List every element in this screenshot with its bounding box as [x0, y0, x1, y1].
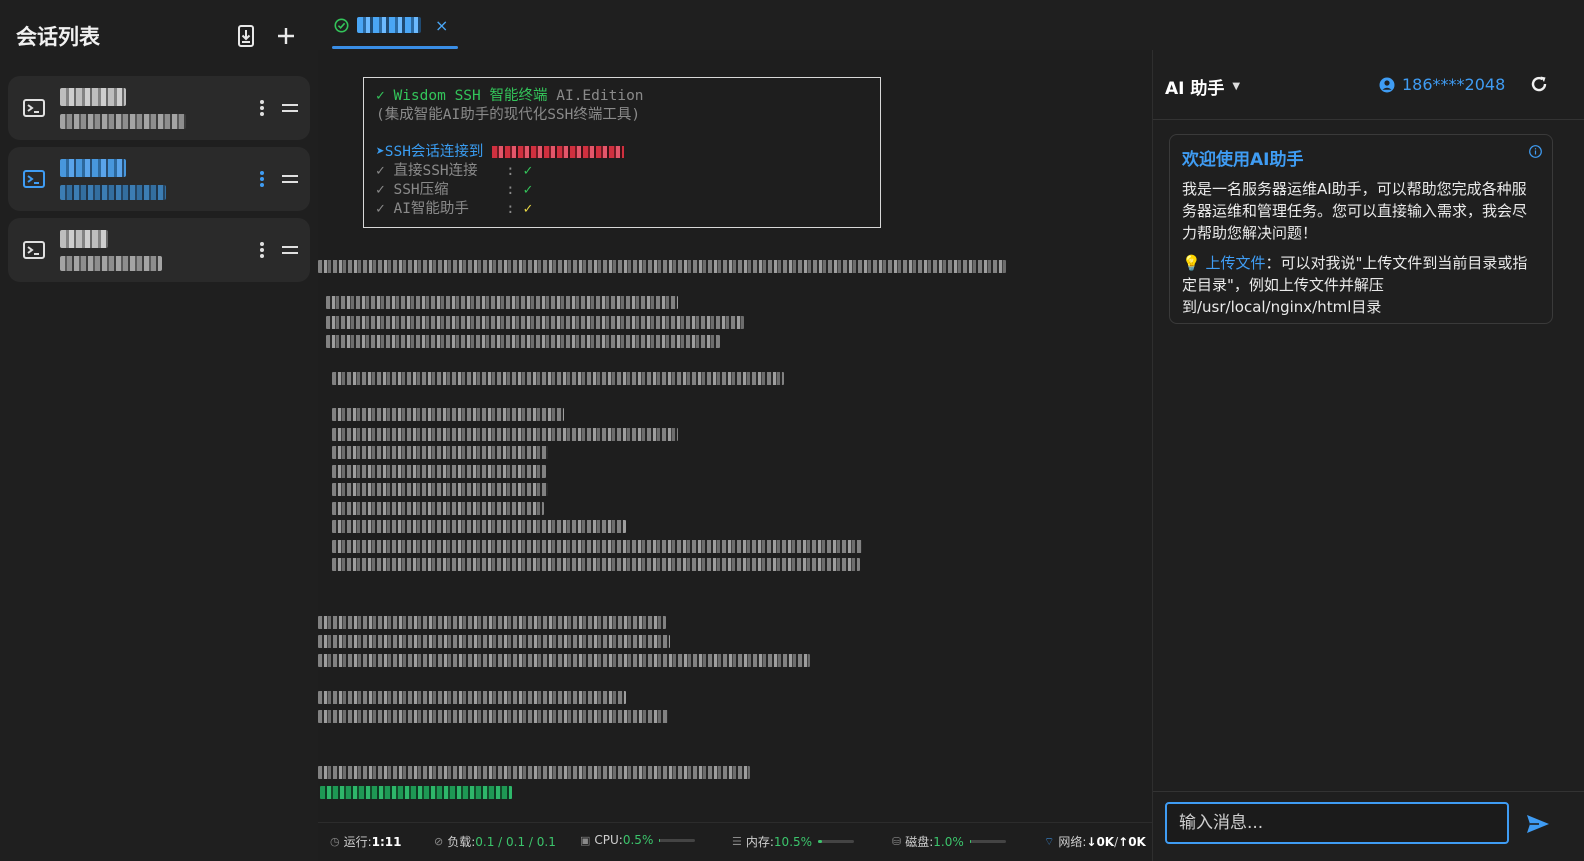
banner-edition: AI.Edition [556, 88, 644, 104]
check-circle-icon [334, 18, 349, 32]
session-menu-button[interactable] [248, 76, 276, 140]
disk-usage-bar [969, 840, 1006, 843]
info-icon[interactable] [1529, 145, 1542, 158]
banner-feature-row: ✓ 直接SSH连接: ✓ [376, 163, 533, 179]
terminal-icon [8, 147, 60, 211]
user-circle-icon [1379, 77, 1395, 92]
session-label-redacted [60, 147, 248, 211]
send-icon [1527, 815, 1549, 833]
drag-handle[interactable] [276, 147, 304, 211]
upload-tip: 💡 上传文件：可以对我说"上传文件到当前目录或指定目录"，例如上传文件并解压到/… [1182, 252, 1540, 318]
wifi-icon: ⌔ [1044, 834, 1055, 848]
welcome-text: 我是一名服务器运维AI助手，可以帮助您完成各种服务器运维和管理任务。您可以直接输… [1182, 180, 1528, 242]
upload-file-link[interactable]: 上传文件 [1205, 254, 1265, 272]
welcome-title: 欢迎使用AI助手 [1182, 150, 1304, 170]
ai-title-label: AI 助手 [1165, 79, 1225, 99]
more-vertical-icon [260, 242, 264, 258]
banner-connect-line: ➤SSH会话连接到 [376, 143, 868, 162]
session-sidebar: 会话列表 [0, 0, 318, 861]
welcome-banner: ✓ Wisdom SSH 智能终端 AI.Edition (集成智能AI助手的现… [363, 77, 881, 228]
session-label-redacted [60, 76, 248, 140]
ai-mode-dropdown[interactable]: AI 助手 ▼ [1165, 74, 1240, 99]
more-vertical-icon [260, 100, 264, 116]
memory-usage-bar [818, 840, 855, 843]
add-session-button[interactable] [270, 20, 302, 52]
banner-title-line: ✓ Wisdom SSH 智能终端 AI.Edition [376, 88, 644, 104]
ai-input-area [1153, 791, 1584, 861]
clock-icon: ◷ [330, 835, 340, 848]
refresh-button[interactable] [1525, 70, 1553, 98]
session-menu-button[interactable] [248, 147, 276, 211]
refresh-icon [1531, 76, 1547, 92]
import-icon [238, 25, 254, 47]
terminal-icon [8, 218, 60, 282]
drag-handle[interactable] [276, 218, 304, 282]
cpu-icon: ▣ [580, 833, 591, 847]
stat-disk: ⛁ 磁盘: 1.0% [892, 833, 1006, 850]
banner-subtitle: (集成智能AI助手的现代化SSH终端工具) [376, 107, 641, 123]
welcome-message-card: 欢迎使用AI助手 我是一名服务器运维AI助手，可以帮助您完成各种服务器运维和管理… [1169, 134, 1553, 324]
tab-close-button[interactable]: × [435, 16, 448, 35]
sidebar-title: 会话列表 [16, 25, 100, 49]
tab-session[interactable]: × [332, 0, 458, 50]
tab-bar: × [318, 0, 1584, 50]
stat-load: ⊘ 负载: 0.1 / 0.1 / 0.1 [434, 834, 556, 850]
user-account[interactable]: 186****2048 [1379, 75, 1505, 94]
session-item[interactable] [8, 76, 310, 140]
cpu-usage-bar [659, 838, 696, 842]
banner-app-name: Wisdom SSH 智能终端 [393, 88, 548, 104]
banner-connect-label: SSH会话连接到 [384, 144, 484, 160]
terminal-icon [8, 76, 60, 140]
stat-cpu: ▣ CPU: 0.5% [580, 833, 696, 847]
more-vertical-icon [260, 171, 264, 187]
drag-handle-icon [282, 175, 298, 183]
drag-handle-icon [282, 104, 298, 112]
message-input[interactable] [1165, 802, 1509, 844]
tab-label-redacted [357, 17, 421, 33]
disk-icon: ⛁ [892, 835, 902, 848]
stat-network: ⌔ 网络: ↓0K / ↑0K [1044, 834, 1146, 850]
ai-assistant-panel: AI 助手 ▼ 186****2048 欢迎使用AI助手 我是一名服务器运维AI… [1152, 50, 1584, 861]
session-label-redacted [60, 218, 248, 282]
stat-uptime: ◷ 运行: 1:11 [330, 834, 402, 850]
status-bar: ◷ 运行: 1:11 ⊘ 负载: 0.1 / 0.1 / 0.1 ▣ CPU: 0.5… [318, 822, 1152, 861]
tab-active-indicator [332, 46, 458, 49]
session-menu-button[interactable] [248, 218, 276, 282]
import-session-button[interactable] [230, 20, 262, 52]
banner-host-redacted [492, 146, 625, 158]
session-item[interactable] [8, 218, 310, 282]
send-button[interactable] [1523, 810, 1553, 838]
drag-handle-icon [282, 246, 298, 254]
drag-handle[interactable] [276, 76, 304, 140]
sidebar-header: 会话列表 [16, 20, 302, 52]
ai-panel-header: AI 助手 ▼ 186****2048 [1153, 50, 1584, 120]
load-icon: ⊘ [434, 835, 444, 848]
user-phone: 186****2048 [1402, 75, 1506, 94]
lightbulb-icon: 💡 [1182, 254, 1201, 272]
memory-icon: ☰ [732, 835, 742, 848]
caret-down-icon: ▼ [1232, 81, 1241, 92]
session-item-active[interactable] [8, 147, 310, 211]
stat-memory: ☰ 内存: 10.5% [732, 833, 855, 850]
banner-feature-row: ✓ AI智能助手: ✓ [376, 201, 533, 217]
plus-icon [278, 28, 294, 44]
banner-feature-row: ✓ SSH压缩: ✓ [376, 182, 533, 198]
terminal-output[interactable]: ✓ Wisdom SSH 智能终端 AI.Edition (集成智能AI助手的现… [318, 50, 1152, 822]
